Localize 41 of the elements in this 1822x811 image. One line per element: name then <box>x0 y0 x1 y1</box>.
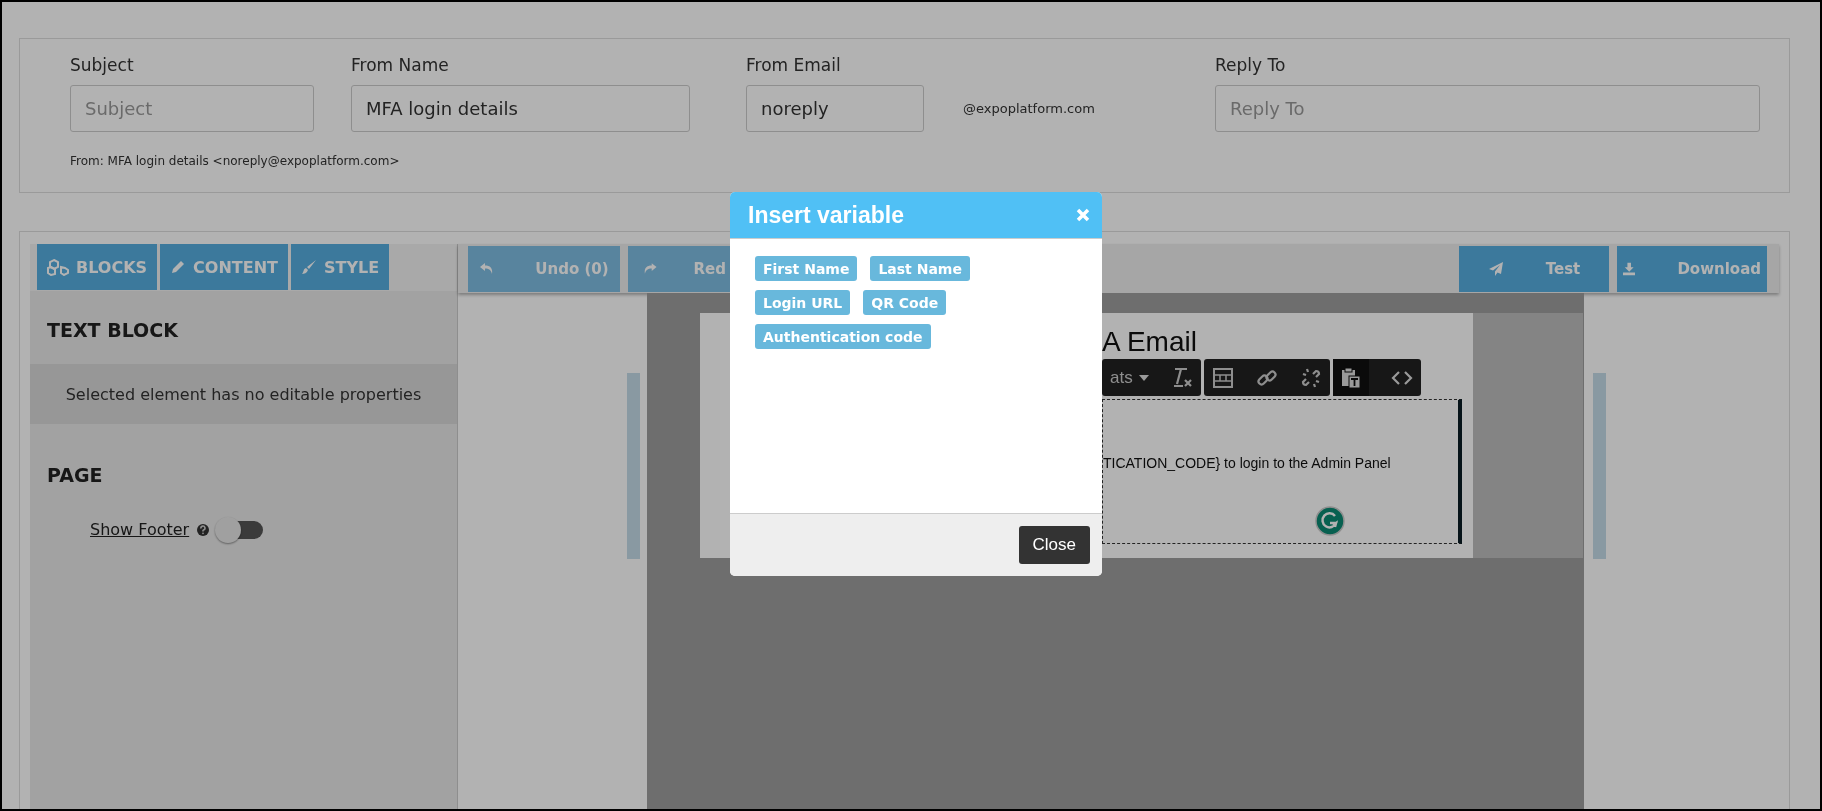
text-field[interactable]: Reply To <box>1215 85 1760 132</box>
text-field[interactable]: MFA login details <box>351 85 690 132</box>
help-icon <box>197 523 210 536</box>
field-label: From Name <box>351 55 450 75</box>
variable-tag[interactable]: Last Name <box>870 256 970 281</box>
variable-tag[interactable]: QR Code <box>863 290 947 315</box>
sidebar-tab[interactable]: CONTENT <box>160 244 288 290</box>
variable-tag[interactable]: First Name <box>755 256 858 281</box>
brush-icon <box>301 259 317 275</box>
paste-icon[interactable] <box>1340 366 1361 389</box>
cubes-icon <box>47 258 69 276</box>
scroll-handle[interactable] <box>627 373 640 559</box>
field-label: Reply To <box>1215 55 1287 75</box>
info-message: Selected element has no editable properties <box>30 364 457 424</box>
text-field[interactable]: noreply <box>746 85 924 132</box>
download-icon <box>1623 261 1636 276</box>
variable-tag[interactable]: Login URL <box>755 290 851 315</box>
send-icon <box>1487 260 1504 277</box>
pencil-icon <box>170 259 187 275</box>
close-button[interactable]: Close <box>1018 526 1090 564</box>
scroll-handle[interactable] <box>1593 373 1606 559</box>
email-domain: @expoplatform.com <box>963 101 1095 116</box>
variable-tag[interactable]: Authentication code <box>755 324 931 349</box>
sidebar-tab[interactable]: BLOCKS <box>37 244 158 290</box>
text-field[interactable]: Subject <box>70 85 314 132</box>
from-preview: From: MFA login details <noreply@expoplatform.com> <box>70 154 401 168</box>
email-text: TICATION_CODE} to login to the Admin Panel <box>1103 455 1392 471</box>
toggle-label[interactable]: Show Footer <box>90 520 190 539</box>
field-label: Subject <box>70 55 135 75</box>
caret-icon <box>1138 374 1149 381</box>
sidebar-tab[interactable]: STYLE <box>291 244 390 290</box>
field-label: From Email <box>746 55 842 75</box>
grammar-assistant-icon[interactable] <box>1315 506 1345 536</box>
section-title: PAGE <box>46 463 104 488</box>
table-icon[interactable] <box>1211 366 1234 389</box>
toolbar-button[interactable]: Test <box>1459 245 1609 292</box>
unlink-icon[interactable] <box>1299 366 1322 389</box>
email-title: A Email <box>1102 327 1198 357</box>
section-title: TEXT BLOCK <box>46 318 179 343</box>
toolbar-button[interactable]: Download <box>1617 245 1767 292</box>
modal-title: Insert variable <box>748 201 904 229</box>
